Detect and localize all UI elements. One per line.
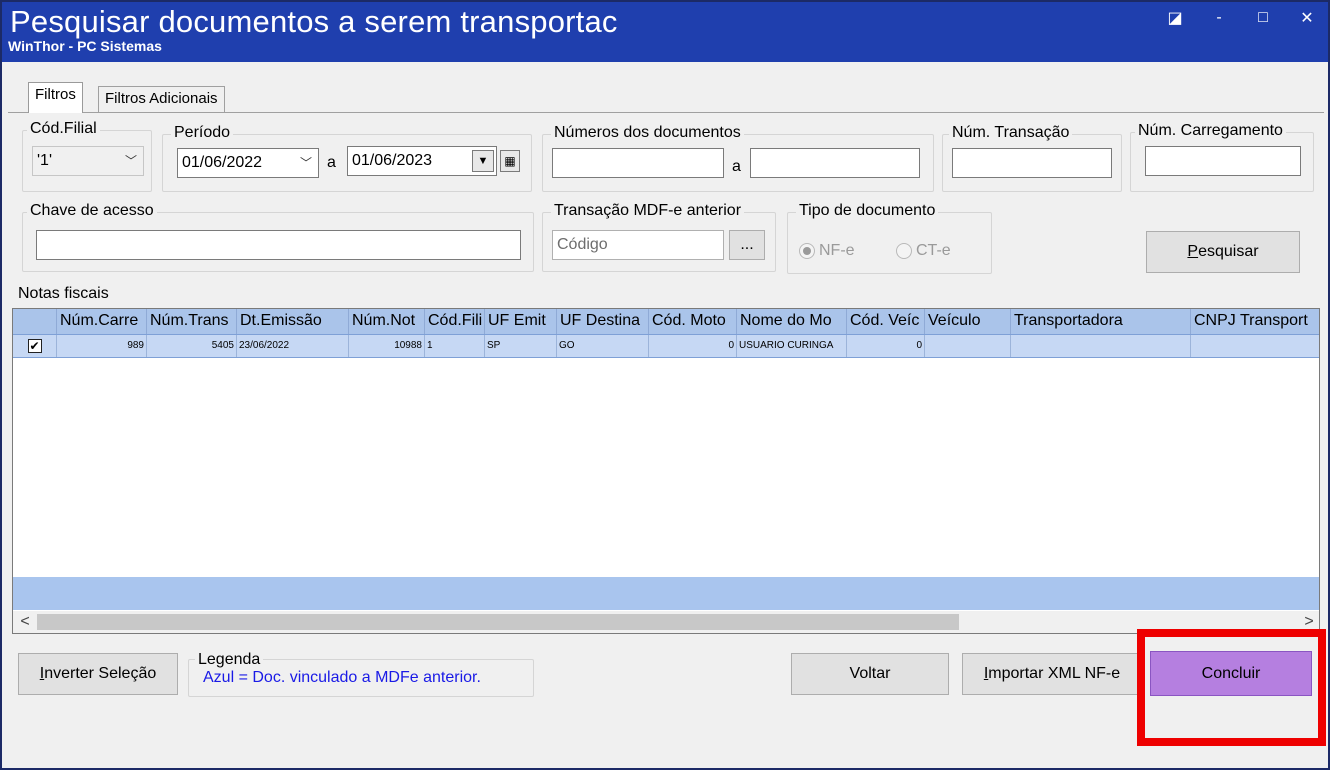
restore-icon[interactable]: ◪ [1167, 10, 1182, 27]
transacao-label: Núm. Transação [949, 124, 1073, 142]
importar-xml-button[interactable]: Importar XML NF-e [962, 653, 1142, 695]
periodo-start-value: 01/06/2022 [182, 154, 263, 171]
column-header[interactable]: Cód. Moto [649, 309, 737, 334]
table-cell: 0 [847, 335, 925, 357]
column-header-select[interactable] [13, 309, 57, 334]
radio-selected-icon [799, 243, 815, 259]
periodo-label: Período [171, 124, 234, 142]
title-bar: Pesquisar documentos a serem transportac… [2, 2, 1328, 62]
column-header[interactable]: CNPJ Transport [1191, 309, 1319, 334]
window-controls: ◪ - □ ✕ [1167, 9, 1314, 27]
table-row[interactable]: ✔ 989 5405 23/06/2022 10988 1 SP GO 0 US… [13, 334, 1319, 358]
checkbox-checked-icon[interactable]: ✔ [27, 339, 42, 353]
column-header[interactable]: Veículo [925, 309, 1011, 334]
table-cell: 1 [425, 335, 485, 357]
pesquisar-hotkey: P [1187, 243, 1199, 260]
filial-select[interactable]: '1' ﹀ [32, 146, 144, 176]
table-cell [1191, 335, 1319, 357]
column-header[interactable]: Nome do Mo [737, 309, 847, 334]
importar-label: mportar XML NF-e [988, 665, 1121, 682]
highlight-annotation [1137, 629, 1326, 746]
notas-fiscais-grid: Núm.Carre Núm.Trans Dt.Emissão Núm.Not C… [12, 308, 1320, 634]
inverter-selecao-button[interactable]: Inverter Seleção [18, 653, 178, 695]
inverter-label: nverter Seleção [44, 665, 157, 682]
periodo-separator: a [327, 154, 336, 171]
notas-fiscais-label: Notas fiscais [18, 285, 109, 302]
pesquisar-label: esquisar [1198, 243, 1259, 260]
chave-label: Chave de acesso [27, 202, 157, 220]
app-name: WinThor - PC Sistemas [8, 38, 162, 54]
minimize-icon[interactable]: - [1212, 9, 1226, 26]
radio-nfe[interactable]: NF-e [799, 242, 855, 260]
window-title: Pesquisar documentos a serem transportac [10, 4, 618, 39]
dropdown-arrow-icon[interactable]: ▼ [472, 150, 494, 172]
scroll-left-icon[interactable]: < [15, 611, 35, 633]
mdfe-label: Transação MDF-e anterior [551, 202, 745, 220]
table-cell: 989 [57, 335, 147, 357]
chevron-down-icon: ﹀ [124, 154, 137, 168]
chave-input[interactable] [36, 230, 521, 260]
chevron-down-icon: ﹀ [299, 156, 312, 170]
column-header[interactable]: Núm.Not [349, 309, 425, 334]
dialog-window: Pesquisar documentos a serem transportac… [0, 0, 1330, 770]
transacao-input[interactable] [952, 148, 1112, 178]
column-header[interactable]: Núm.Carre [57, 309, 147, 334]
mdfe-browse-button[interactable]: ... [729, 230, 765, 260]
grid-footer-band [13, 577, 1319, 610]
radio-cte[interactable]: CT-e [896, 242, 951, 260]
voltar-button[interactable]: Voltar [791, 653, 949, 695]
column-header[interactable]: Núm.Trans [147, 309, 237, 334]
legenda-group: Legenda Azul = Doc. vinculado a MDFe ant… [188, 651, 534, 697]
table-cell: 10988 [349, 335, 425, 357]
tab-filtros[interactable]: Filtros [28, 82, 83, 113]
column-header[interactable]: UF Destina [557, 309, 649, 334]
column-header[interactable]: UF Emit [485, 309, 557, 334]
table-cell: GO [557, 335, 649, 357]
carregamento-input[interactable] [1145, 146, 1301, 176]
radio-unselected-icon [896, 243, 912, 259]
numero-from-input[interactable] [552, 148, 724, 178]
numeros-separator: a [732, 158, 741, 175]
periodo-end-value: 01/06/2023 [352, 152, 433, 169]
maximize-icon[interactable]: □ [1256, 9, 1270, 26]
numeros-label: Números dos documentos [551, 124, 744, 142]
close-icon[interactable]: ✕ [1300, 10, 1314, 27]
numero-to-input[interactable] [750, 148, 920, 178]
table-cell [1011, 335, 1191, 357]
column-header[interactable]: Cód.Fili [425, 309, 485, 334]
scrollbar-thumb[interactable] [37, 614, 959, 630]
grid-header: Núm.Carre Núm.Trans Dt.Emissão Núm.Not C… [13, 309, 1319, 334]
column-header[interactable]: Cód. Veíc [847, 309, 925, 334]
filial-label: Cód.Filial [27, 120, 100, 138]
carregamento-label: Núm. Carregamento [1135, 122, 1286, 140]
tab-divider [8, 112, 1324, 113]
pesquisar-button[interactable]: Pesquisar [1146, 231, 1300, 273]
mdfe-code-placeholder: Código [557, 236, 608, 253]
legenda-text: Azul = Doc. vinculado a MDFe anterior. [203, 669, 481, 686]
calendar-icon[interactable]: ▦ [500, 150, 520, 172]
tab-filtros-adicionais[interactable]: Filtros Adicionais [98, 86, 225, 112]
table-cell: SP [485, 335, 557, 357]
radio-cte-label: CT-e [916, 242, 951, 259]
table-cell: USUARIO CURINGA [737, 335, 847, 357]
mdfe-code-input[interactable]: Código [552, 230, 724, 260]
table-cell: 23/06/2022 [237, 335, 349, 357]
table-cell [925, 335, 1011, 357]
table-cell: 5405 [147, 335, 237, 357]
tipo-label: Tipo de documento [796, 202, 939, 220]
radio-nfe-label: NF-e [819, 242, 855, 259]
table-cell: 0 [649, 335, 737, 357]
column-header[interactable]: Dt.Emissão [237, 309, 349, 334]
column-header[interactable]: Transportadora [1011, 309, 1191, 334]
horizontal-scrollbar[interactable]: < > [13, 611, 1319, 633]
legenda-label: Legenda [195, 651, 264, 669]
periodo-start-input[interactable]: 01/06/2022 ﹀ [177, 148, 319, 178]
row-select-cell[interactable]: ✔ [13, 335, 57, 357]
filial-value: '1' [37, 152, 53, 169]
